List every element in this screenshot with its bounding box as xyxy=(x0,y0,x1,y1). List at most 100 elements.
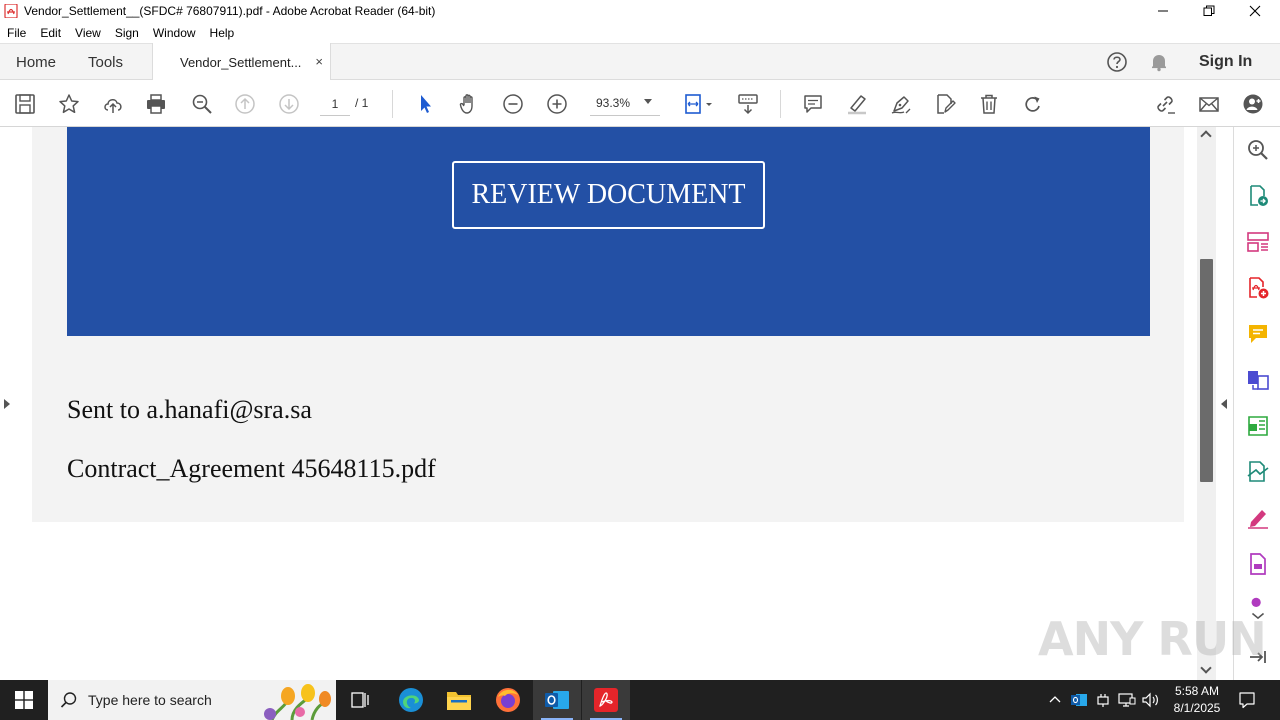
highlighter-icon xyxy=(848,95,866,115)
left-pane-expand-icon[interactable] xyxy=(4,399,10,409)
vertical-scrollbar[interactable] xyxy=(1197,127,1216,680)
scroll-thumb[interactable] xyxy=(1200,259,1213,482)
upload-button[interactable] xyxy=(100,91,126,117)
notification-center-button[interactable] xyxy=(1232,680,1262,720)
keyboard-down-icon xyxy=(738,94,758,115)
share-people-button[interactable] xyxy=(1240,91,1266,117)
printer-icon xyxy=(147,94,165,114)
help-button[interactable] xyxy=(1106,44,1128,80)
edit-pdf-button[interactable] xyxy=(932,91,958,117)
sign-in-button[interactable]: Sign In xyxy=(1199,44,1252,80)
hand-icon xyxy=(459,94,473,114)
firefox-icon xyxy=(496,688,520,712)
bookmark-button[interactable] xyxy=(56,91,82,117)
scroll-up-icon[interactable] xyxy=(1200,130,1212,142)
taskbar-firefox[interactable] xyxy=(484,680,532,720)
notifications-button[interactable] xyxy=(1149,44,1169,80)
scroll-mode-button[interactable] xyxy=(735,91,761,117)
link-icon xyxy=(1157,96,1175,114)
task-view-button[interactable] xyxy=(336,680,384,720)
pen-nib-icon xyxy=(891,96,911,114)
rotate-button[interactable] xyxy=(1020,91,1046,117)
select-tool-button[interactable] xyxy=(412,91,438,117)
comment-icon xyxy=(1249,325,1267,343)
rp-request-signature-tool[interactable] xyxy=(1246,460,1270,484)
taskbar-clock[interactable]: 5:58 AM 8/1/2025 xyxy=(1166,683,1228,717)
hand-tool-button[interactable] xyxy=(456,91,482,117)
zoom-level-dropdown[interactable]: 93.3% xyxy=(590,90,660,116)
outlook-tray-icon xyxy=(1071,694,1087,706)
menu-bar: File Edit View Sign Window Help xyxy=(0,22,1280,43)
start-button[interactable] xyxy=(0,680,48,720)
draw-button[interactable] xyxy=(888,91,914,117)
tray-outlook[interactable] xyxy=(1068,680,1090,720)
tray-volume[interactable] xyxy=(1140,680,1162,720)
zoom-out-button[interactable] xyxy=(500,91,526,117)
taskbar-acrobat[interactable] xyxy=(582,680,630,720)
next-page-button[interactable] xyxy=(276,91,302,117)
rp-scan-tool[interactable] xyxy=(1246,552,1270,576)
edit-pdf-icon xyxy=(1248,416,1268,436)
rp-fill-sign-tool[interactable] xyxy=(1246,506,1270,530)
arrow-down-circle-icon xyxy=(279,94,299,114)
star-icon xyxy=(59,94,79,114)
save-button[interactable] xyxy=(12,91,38,117)
tab-tools[interactable]: Tools xyxy=(88,44,123,80)
share-link-button[interactable] xyxy=(1152,91,1178,117)
rp-combine-tool[interactable] xyxy=(1246,368,1270,392)
highlight-button[interactable] xyxy=(844,91,870,117)
menu-help[interactable]: Help xyxy=(203,26,242,40)
previous-page-button[interactable] xyxy=(232,91,258,117)
document-view[interactable]: REVIEW DOCUMENT Sent to a.hanafi@sra.sa … xyxy=(0,127,1233,680)
folder-icon xyxy=(447,692,471,710)
taskbar-edge[interactable] xyxy=(387,680,435,720)
network-icon xyxy=(1118,693,1136,707)
menu-edit[interactable]: Edit xyxy=(33,26,68,40)
tab-home[interactable]: Home xyxy=(16,44,56,80)
chevron-down-icon xyxy=(644,99,652,104)
menu-view[interactable]: View xyxy=(68,26,108,40)
user-add-icon xyxy=(1243,94,1263,114)
tab-close-button[interactable]: × xyxy=(315,54,323,69)
rp-search-tool[interactable] xyxy=(1246,138,1270,162)
comment-icon xyxy=(804,95,822,113)
rp-organize-tool[interactable] xyxy=(1246,230,1270,254)
right-pane-collapse-icon[interactable] xyxy=(1221,399,1227,409)
close-window-button[interactable] xyxy=(1232,0,1278,22)
outlook-icon xyxy=(545,691,569,709)
zoom-level-value: 93.3% xyxy=(596,95,631,110)
rp-edit-pdf-tool[interactable] xyxy=(1246,414,1270,438)
menu-file[interactable]: File xyxy=(0,26,33,40)
print-button[interactable] xyxy=(143,91,169,117)
search-zoom-icon xyxy=(192,94,212,114)
find-button[interactable] xyxy=(189,91,215,117)
arrow-up-circle-icon xyxy=(235,94,255,114)
page-view-button[interactable] xyxy=(684,91,716,117)
comment-button[interactable] xyxy=(800,91,826,117)
combine-files-icon xyxy=(1248,371,1269,390)
rp-comment-tool[interactable] xyxy=(1246,322,1270,346)
rp-export-pdf-tool[interactable] xyxy=(1246,184,1270,208)
restore-icon xyxy=(1203,5,1215,16)
minimize-button[interactable] xyxy=(1140,0,1186,22)
zoom-in-button[interactable] xyxy=(544,91,570,117)
tools-pane xyxy=(1233,127,1280,680)
taskbar-outlook[interactable] xyxy=(533,680,581,720)
review-document-button[interactable]: REVIEW DOCUMENT xyxy=(452,161,765,229)
taskbar-search-box[interactable]: Type here to search xyxy=(48,680,336,720)
maximize-button[interactable] xyxy=(1186,0,1232,22)
tray-overflow-button[interactable] xyxy=(1045,680,1065,720)
taskbar-file-explorer[interactable] xyxy=(435,680,483,720)
delete-button[interactable] xyxy=(976,91,1002,117)
menu-window[interactable]: Window xyxy=(146,26,203,40)
page-number-input[interactable] xyxy=(320,92,350,116)
speaker-icon xyxy=(1142,692,1158,708)
tab-document[interactable]: Vendor_Settlement... × xyxy=(152,43,331,81)
rp-create-pdf-tool[interactable] xyxy=(1246,276,1270,300)
menu-sign[interactable]: Sign xyxy=(108,26,146,40)
request-signature-icon xyxy=(1247,461,1269,482)
email-button[interactable] xyxy=(1196,91,1222,117)
tray-network[interactable] xyxy=(1116,680,1138,720)
cursor-arrow-icon xyxy=(421,95,431,113)
tray-power[interactable] xyxy=(1092,680,1114,720)
